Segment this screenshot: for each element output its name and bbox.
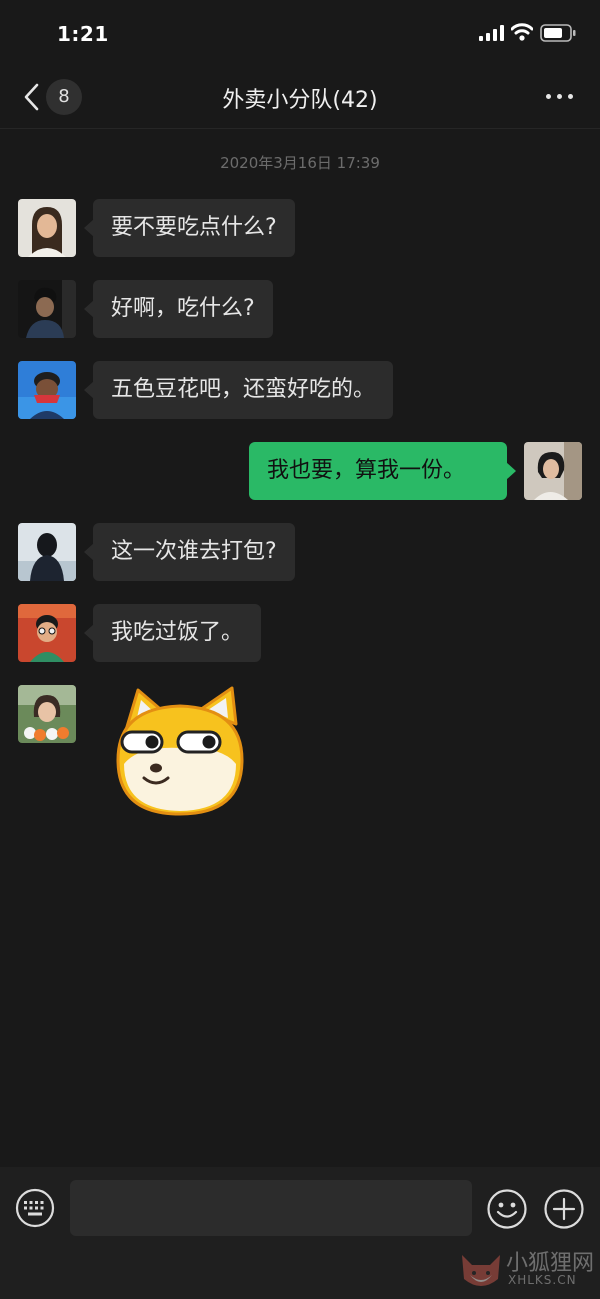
member-avatar-image	[18, 523, 76, 581]
member-avatar-image	[18, 604, 76, 662]
chat-nav-bar: 8 外卖小分队(42)	[0, 66, 600, 129]
wifi-icon	[511, 23, 533, 41]
member-avatar-image	[18, 280, 76, 338]
keyboard-icon[interactable]	[15, 1188, 55, 1228]
avatar[interactable]	[18, 280, 76, 338]
member-avatar-image	[18, 199, 76, 257]
plus-circle-icon[interactable]	[543, 1188, 585, 1230]
message-input[interactable]	[70, 1180, 472, 1236]
message-bubble[interactable]: 五色豆花吧，还蛮好吃的。	[83, 361, 394, 419]
fox-logo-icon	[462, 1255, 500, 1286]
smiley-icon[interactable]	[486, 1188, 528, 1230]
self-avatar[interactable]	[524, 442, 582, 500]
unread-count-badge: 8	[46, 79, 82, 115]
self-avatar-image	[524, 442, 582, 500]
message-bubble[interactable]: 要不要吃点什么?	[84, 199, 295, 257]
avatar[interactable]	[18, 604, 76, 662]
message-bubble-outgoing[interactable]: 我也要，算我一份。	[249, 442, 516, 500]
status-time: 1:21	[57, 22, 109, 46]
shiba-dog-sticker[interactable]	[108, 684, 252, 820]
avatar[interactable]	[18, 199, 76, 257]
message-bubble[interactable]: 我吃过饭了。	[83, 604, 262, 662]
site-watermark: 小狐狸网 XHLKS.CN	[456, 1239, 600, 1299]
message-bubble[interactable]: 这一次谁去打包?	[84, 523, 295, 581]
watermark-domain: XHLKS.CN	[508, 1273, 577, 1287]
cellular-signal-icon	[479, 25, 504, 41]
avatar[interactable]	[18, 685, 76, 743]
avatar[interactable]	[18, 361, 76, 419]
member-avatar-image	[18, 361, 76, 419]
status-bar: 1:21	[0, 0, 600, 66]
battery-icon	[540, 24, 576, 42]
member-avatar-image	[18, 685, 76, 743]
message-timestamp: 2020年3月16日 17:39	[220, 154, 380, 172]
more-options-button[interactable]	[538, 82, 580, 112]
chevron-left-icon	[24, 83, 39, 111]
back-button[interactable]: 8	[18, 78, 84, 116]
avatar[interactable]	[18, 523, 76, 581]
ellipsis-icon	[546, 94, 551, 99]
message-bubble[interactable]: 好啊，吃什么?	[84, 280, 273, 338]
chat-title: 外卖小分队(42)	[222, 88, 378, 113]
